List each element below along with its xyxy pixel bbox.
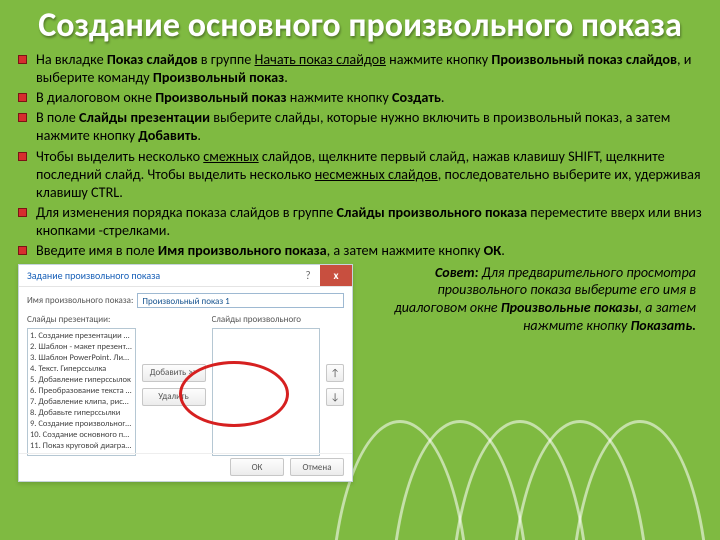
name-input[interactable]: Произвольный показ 1: [137, 293, 344, 308]
left-list-header: Слайды презентации:: [27, 314, 136, 326]
slide: Создание основного произвольного показа …: [0, 0, 720, 540]
close-button[interactable]: x: [320, 265, 352, 286]
list-item[interactable]: 6. Преобразование текста в объект Smart: [30, 386, 133, 397]
list-item[interactable]: 8. Добавьте гиперссылки: [30, 408, 133, 419]
dialog-title: Задание произвольного показа: [27, 269, 160, 282]
list-item: Чтобы выделить несколько смежных слайдов…: [18, 147, 702, 202]
list-item[interactable]: 1. Создание презентации в Power Point: [30, 331, 133, 342]
custom-show-dialog: Задание произвольного показа ? x Имя про…: [18, 264, 353, 482]
move-up-button[interactable]: ↑: [326, 364, 344, 382]
list-item[interactable]: 10. Создание основного произвольного: [30, 430, 133, 441]
list-item: На вкладке Показ слайдов в группе Начать…: [18, 50, 702, 86]
list-item[interactable]: 11. Показ круговой диаграммы: [30, 441, 133, 452]
presentation-slides-list[interactable]: 1. Создание презентации в Power Point2. …: [27, 328, 136, 456]
list-item: В поле Слайды презентации выберите слайд…: [18, 108, 702, 144]
remove-button[interactable]: Удалить: [142, 388, 206, 406]
list-item[interactable]: 4. Текст. Гиперссылка: [30, 364, 133, 375]
dialog-titlebar: Задание произвольного показа ? x: [19, 265, 352, 287]
list-item: Введите имя в поле Имя произвольного пок…: [18, 241, 702, 259]
add-button[interactable]: Добавить >>: [142, 364, 206, 382]
list-item[interactable]: 3. Шаблон PowerPoint. Лист подсказок: [30, 353, 133, 364]
tip-text: Совет: Для предварительного просмотра пр…: [363, 264, 702, 336]
ok-button[interactable]: ОК: [230, 458, 284, 476]
list-item[interactable]: 5. Добавление гиперссылок: [30, 375, 133, 386]
custom-show-slides-list[interactable]: [212, 328, 321, 456]
move-down-button[interactable]: ↓: [326, 388, 344, 406]
help-button[interactable]: ?: [296, 265, 320, 286]
list-item[interactable]: 7. Добавление клипа, рисунка, таблицы: [30, 397, 133, 408]
name-label: Имя произвольного показа:: [27, 295, 133, 306]
page-title: Создание основного произвольного показа: [18, 8, 702, 44]
cancel-button[interactable]: Отмена: [290, 458, 344, 476]
right-list-header: Слайды произвольного показа:: [212, 314, 321, 326]
list-item[interactable]: 2. Шаблон - макет презентации: [30, 342, 133, 353]
list-item: В диалоговом окне Произвольный показ наж…: [18, 88, 702, 106]
list-item[interactable]: 9. Создание произвольного показа: [30, 419, 133, 430]
list-item: Для изменения порядка показа слайдов в г…: [18, 203, 702, 239]
instruction-list: На вкладке Показ слайдов в группе Начать…: [18, 50, 702, 260]
